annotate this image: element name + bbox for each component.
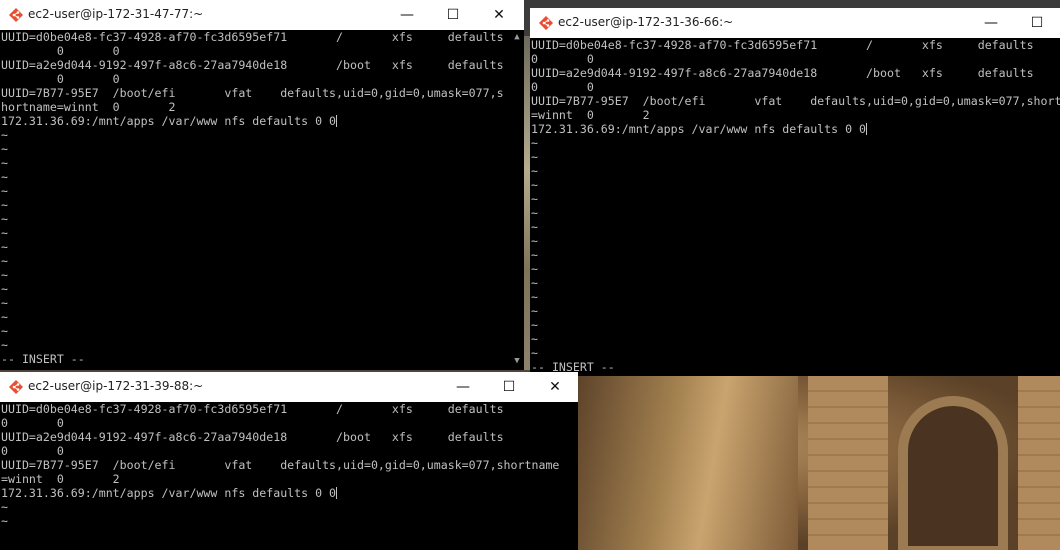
fstab-line: 0 0 [1, 72, 120, 86]
minimize-button[interactable]: — [440, 372, 486, 402]
text-cursor [336, 115, 338, 127]
empty-line-tilde: ~ [531, 178, 538, 192]
empty-line-tilde: ~ [1, 198, 8, 212]
fstab-line: UUID=7B77-95E7 /boot/efi vfat defaults,u… [1, 86, 504, 100]
empty-line-tilde: ~ [531, 192, 538, 206]
empty-line-tilde: ~ [1, 240, 8, 254]
empty-line-tilde: ~ [1, 514, 8, 528]
fstab-line: UUID=7B77-95E7 /boot/efi vfat defaults,u… [1, 458, 560, 472]
fstab-line: =winnt 0 2 [531, 108, 650, 122]
git-bash-icon [539, 16, 553, 30]
fstab-line: UUID=7B77-95E7 /boot/efi vfat defaults,u… [531, 94, 1060, 108]
empty-line-tilde: ~ [1, 184, 8, 198]
terminal-window-39-88[interactable]: ec2-user@ip-172-31-39-88:~ — ☐ ✕ UUID=d0… [0, 372, 578, 550]
window-titlebar[interactable]: ec2-user@ip-172-31-47-77:~ — ☐ ✕ [0, 0, 524, 30]
text-cursor [866, 123, 868, 135]
window-titlebar[interactable]: ec2-user@ip-172-31-39-88:~ — ☐ ✕ [0, 372, 578, 402]
empty-line-tilde: ~ [1, 500, 8, 514]
terminal-content[interactable]: UUID=d0be04e8-fc37-4928-af70-fc3d6595ef7… [530, 38, 1060, 376]
window-title: ec2-user@ip-172-31-39-88:~ [28, 379, 204, 393]
minimize-button[interactable]: — [384, 0, 430, 30]
empty-line-tilde: ~ [531, 136, 538, 150]
maximize-button[interactable]: ☐ [1014, 8, 1060, 38]
git-bash-icon [9, 8, 23, 22]
fstab-line: UUID=d0be04e8-fc37-4928-af70-fc3d6595ef7… [1, 402, 504, 416]
fstab-line: 0 0 [1, 44, 120, 58]
fstab-line: 0 0 [1, 444, 64, 458]
fstab-line: 0 0 [531, 52, 594, 66]
fstab-line: 172.31.36.69:/mnt/apps /var/www nfs defa… [1, 114, 338, 128]
fstab-line: 172.31.36.69:/mnt/apps /var/www nfs defa… [531, 122, 868, 136]
maximize-button[interactable]: ☐ [486, 372, 532, 402]
minimize-button[interactable]: — [968, 8, 1014, 38]
fstab-line: =winnt 0 2 [1, 472, 120, 486]
empty-line-tilde: ~ [1, 156, 8, 170]
empty-line-tilde: ~ [1, 212, 8, 226]
empty-line-tilde: ~ [1, 268, 8, 282]
empty-line-tilde: ~ [531, 276, 538, 290]
fstab-line: 0 0 [531, 80, 594, 94]
fstab-line: 0 0 [1, 416, 64, 430]
empty-line-tilde: ~ [1, 142, 8, 156]
empty-line-tilde: ~ [531, 220, 538, 234]
empty-line-tilde: ~ [1, 296, 8, 310]
wallpaper-pillar-right [1018, 376, 1060, 550]
scroll-down-icon[interactable]: ▼ [510, 354, 524, 368]
fstab-line: 172.31.36.69:/mnt/apps /var/www nfs defa… [1, 486, 338, 500]
empty-line-tilde: ~ [1, 324, 8, 338]
empty-line-tilde: ~ [531, 248, 538, 262]
window-title: ec2-user@ip-172-31-47-77:~ [28, 7, 204, 21]
scrollbar[interactable]: ▲ ▼ [510, 30, 524, 370]
close-button[interactable]: ✕ [532, 372, 578, 402]
empty-line-tilde: ~ [1, 170, 8, 184]
empty-line-tilde: ~ [531, 164, 538, 178]
empty-line-tilde: ~ [1, 282, 8, 296]
fstab-line: UUID=a2e9d044-9192-497f-a8c6-27aa7940de1… [1, 430, 504, 444]
wallpaper-photo [578, 376, 1060, 550]
text-cursor [336, 487, 338, 499]
empty-line-tilde: ~ [1, 338, 8, 352]
empty-line-tilde: ~ [531, 206, 538, 220]
empty-line-tilde: ~ [531, 304, 538, 318]
empty-line-tilde: ~ [1, 226, 8, 240]
close-button[interactable]: ✕ [476, 0, 522, 30]
maximize-button[interactable]: ☐ [430, 0, 476, 30]
fstab-line: UUID=a2e9d044-9192-497f-a8c6-27aa7940de1… [1, 58, 504, 72]
window-titlebar[interactable]: ec2-user@ip-172-31-36-66:~ — ☐ [530, 8, 1060, 38]
empty-line-tilde: ~ [531, 318, 538, 332]
fstab-line: UUID=d0be04e8-fc37-4928-af70-fc3d6595ef7… [1, 30, 504, 44]
empty-line-tilde: ~ [1, 128, 8, 142]
fstab-line: hortname=winnt 0 2 [1, 100, 176, 114]
vim-mode-status: -- INSERT -- [1, 352, 85, 366]
window-title: ec2-user@ip-172-31-36-66:~ [558, 15, 734, 29]
empty-line-tilde: ~ [531, 234, 538, 248]
terminal-content[interactable]: UUID=d0be04e8-fc37-4928-af70-fc3d6595ef7… [0, 402, 578, 550]
empty-line-tilde: ~ [531, 150, 538, 164]
terminal-window-36-66[interactable]: ec2-user@ip-172-31-36-66:~ — ☐ UUID=d0be… [530, 8, 1060, 376]
empty-line-tilde: ~ [531, 346, 538, 360]
fstab-line: UUID=d0be04e8-fc37-4928-af70-fc3d6595ef7… [531, 38, 1034, 52]
scroll-up-icon[interactable]: ▲ [510, 30, 524, 44]
empty-line-tilde: ~ [531, 290, 538, 304]
fstab-line: UUID=a2e9d044-9192-497f-a8c6-27aa7940de1… [531, 66, 1034, 80]
git-bash-icon [9, 380, 23, 394]
terminal-window-47-77[interactable]: ec2-user@ip-172-31-47-77:~ — ☐ ✕ UUID=d0… [0, 0, 524, 370]
wallpaper-arch [898, 396, 1008, 550]
empty-line-tilde: ~ [1, 254, 8, 268]
empty-line-tilde: ~ [531, 332, 538, 346]
wallpaper-rock [578, 376, 798, 550]
vim-mode-status: -- INSERT -- [531, 360, 615, 374]
wallpaper-pillar [808, 376, 888, 550]
empty-line-tilde: ~ [1, 310, 8, 324]
terminal-content[interactable]: UUID=d0be04e8-fc37-4928-af70-fc3d6595ef7… [0, 30, 510, 370]
empty-line-tilde: ~ [531, 262, 538, 276]
